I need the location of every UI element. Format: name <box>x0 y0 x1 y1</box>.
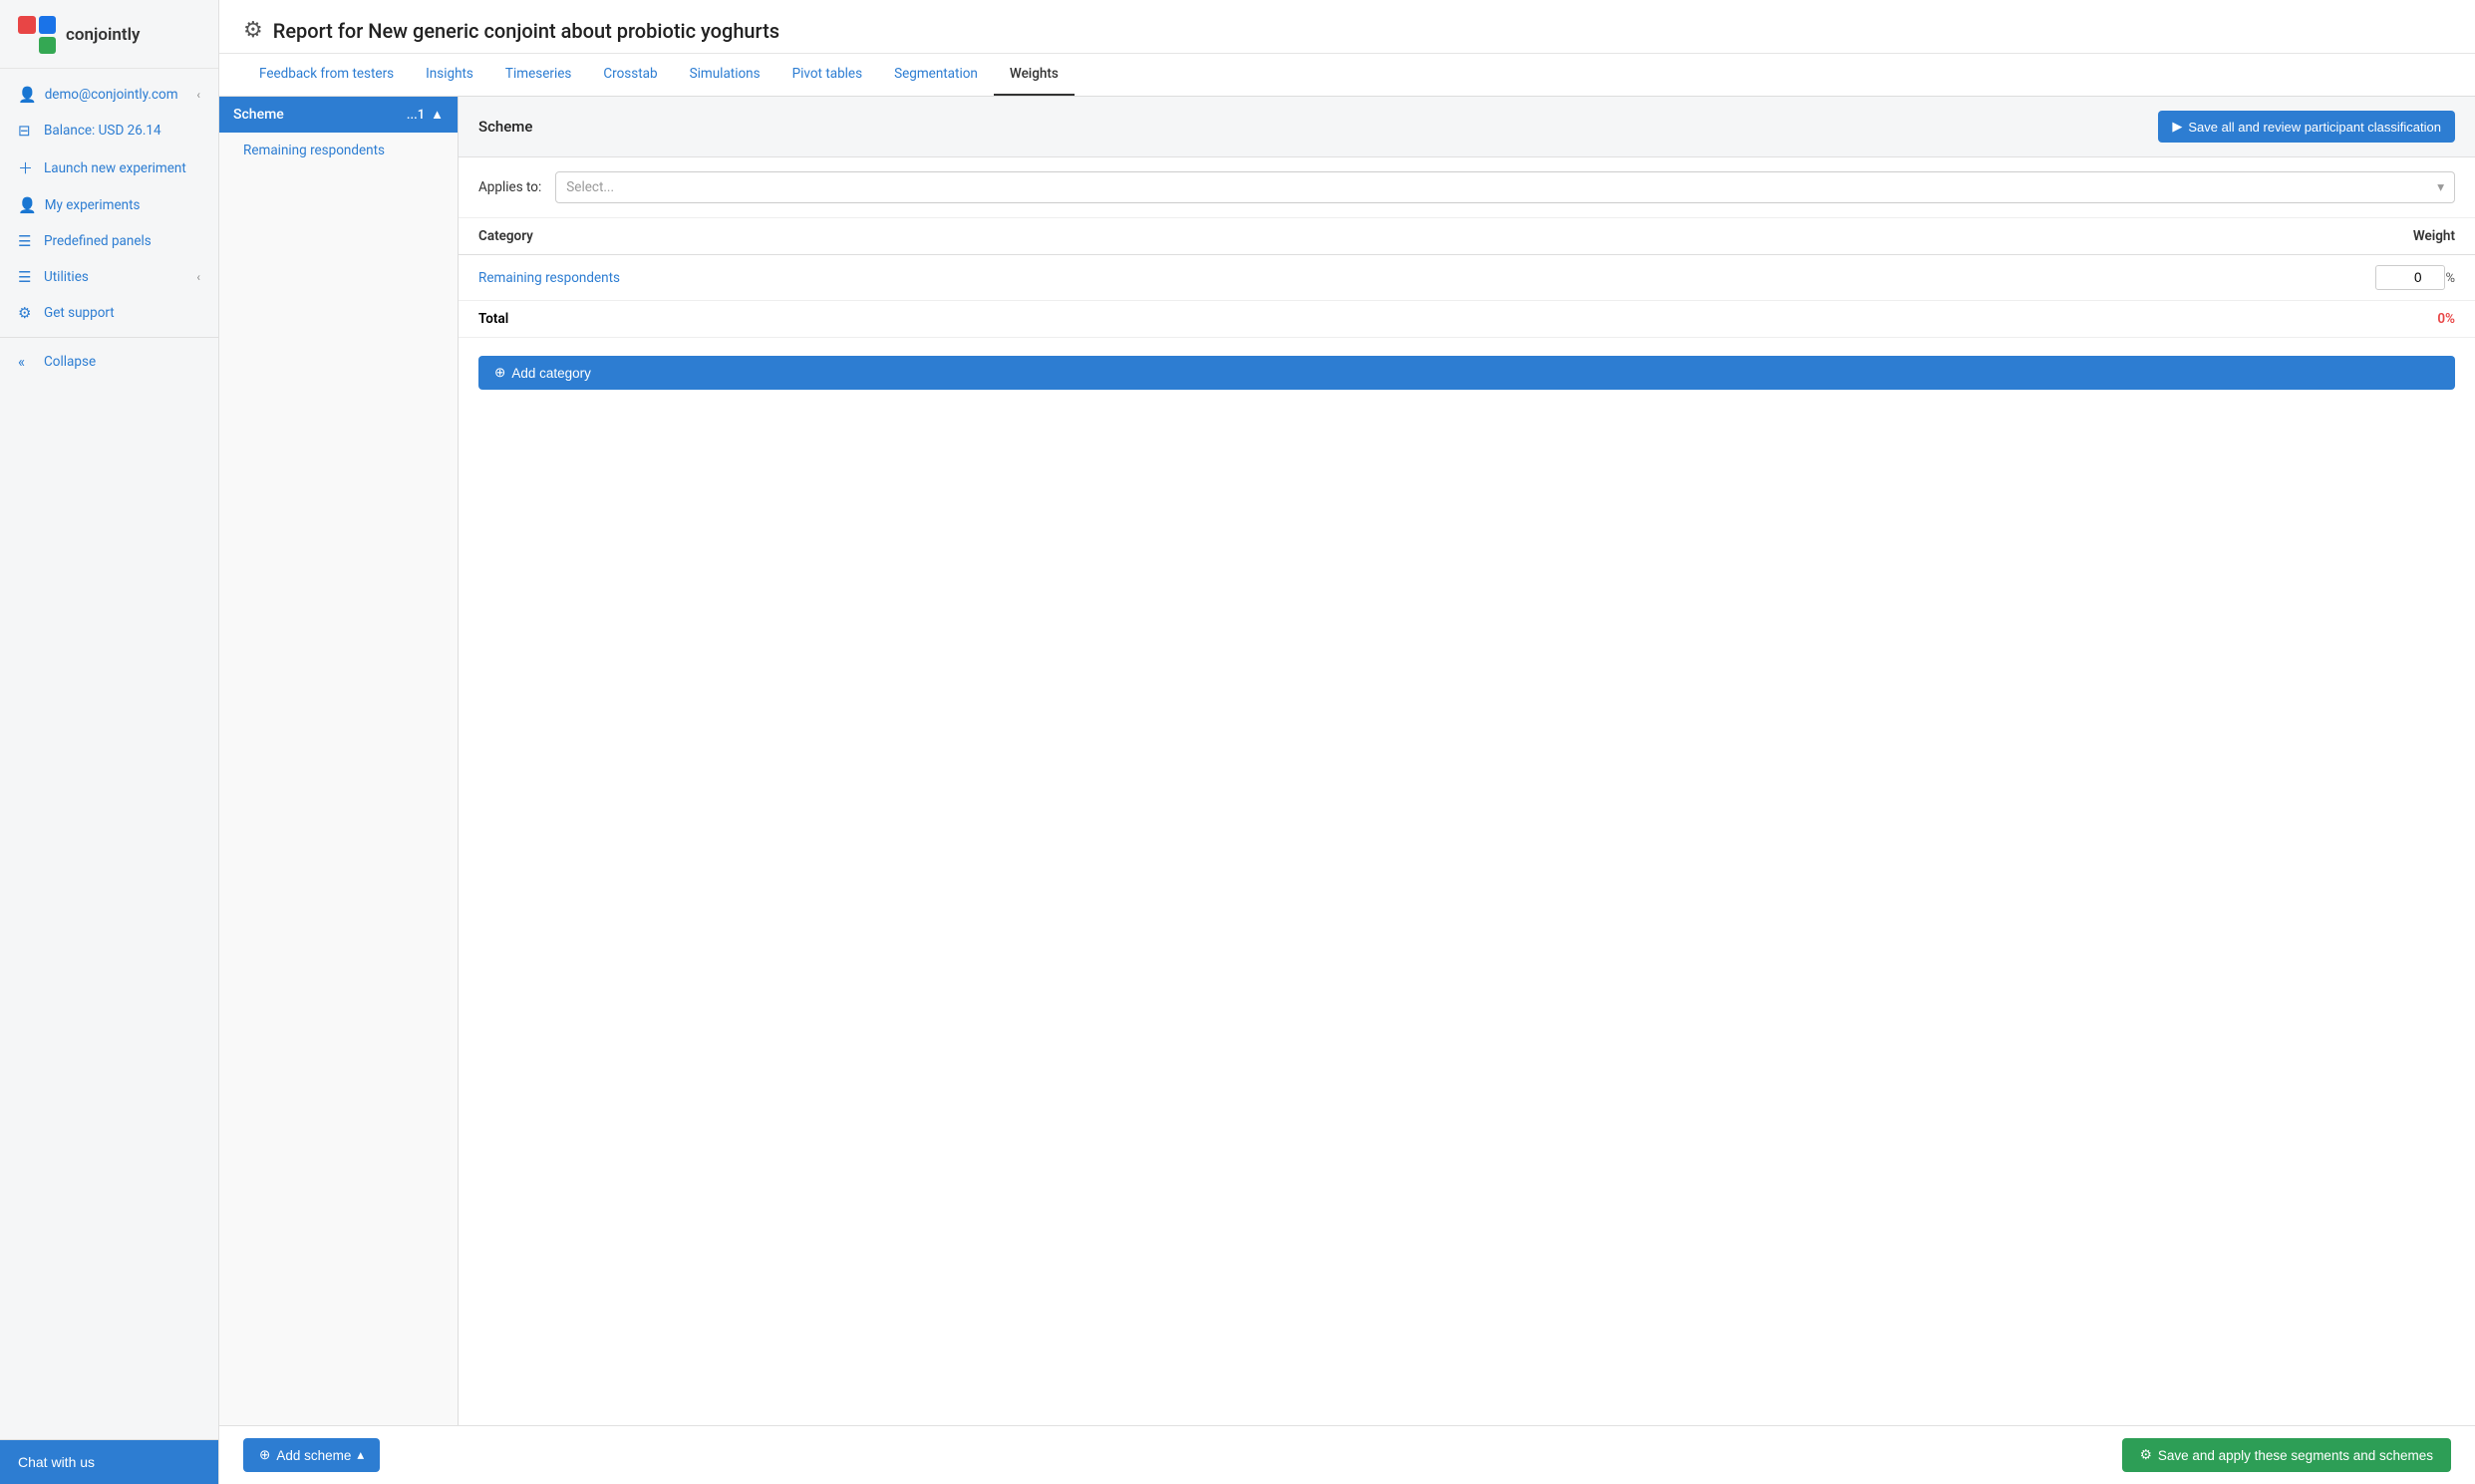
percent-symbol: % <box>2445 271 2455 286</box>
page-title: Report for New generic conjoint about pr… <box>273 19 779 43</box>
sidebar-collapse: Collapse <box>44 354 96 370</box>
scheme-header-right: ...1 ▲ <box>407 107 444 123</box>
report-icon: ⚙ <box>243 18 263 43</box>
tab-crosstab[interactable]: Crosstab <box>587 54 673 96</box>
plus-icon: ＋ <box>18 157 36 178</box>
content-area: Scheme ...1 ▲ Remaining respondents Sche… <box>219 97 2475 1425</box>
scheme-label: Scheme <box>233 107 284 123</box>
sidebar-my-experiments: My experiments <box>45 197 141 213</box>
scheme-detail-panel: Scheme ▶ Save all and review participant… <box>459 97 2475 1425</box>
save-apply-icon: ⚙ <box>2140 1447 2152 1463</box>
sidebar-item-collapse[interactable]: « Collapse <box>0 344 218 380</box>
col-category: Category <box>459 218 1676 255</box>
dropdown-arrow-icon: ▾ <box>2437 179 2444 195</box>
sidebar-bottom: Chat with us <box>0 1439 218 1484</box>
sidebar-divider <box>0 337 218 338</box>
col-weight: Weight <box>1676 218 2475 255</box>
collapse-icon: « <box>18 353 36 371</box>
utilities-chevron-icon: ‹ <box>196 270 200 284</box>
save-apply-label: Save and apply these segments and scheme… <box>2158 1448 2433 1463</box>
remaining-respondents-label: Remaining respondents <box>243 143 385 158</box>
balance-icon: ⊟ <box>18 122 36 140</box>
logo-icon <box>18 16 56 54</box>
chevron-up-icon: ▲ <box>431 107 444 123</box>
tab-segmentation[interactable]: Segmentation <box>878 54 994 96</box>
weight-table: Category Weight Remaining respondents% T… <box>459 218 2475 338</box>
weight-input[interactable] <box>2375 265 2445 290</box>
logo-area: conjointly <box>0 0 218 69</box>
user-icon: 👤 <box>18 86 37 104</box>
category-cell[interactable]: Remaining respondents <box>459 255 1676 301</box>
save-classify-icon: ▶ <box>2172 119 2182 135</box>
tab-weights[interactable]: Weights <box>994 54 1075 96</box>
save-classify-button[interactable]: ▶ Save all and review participant classi… <box>2158 111 2455 143</box>
applies-row: Applies to: Select... ▾ <box>459 157 2475 218</box>
sidebar-item-predefined-panels[interactable]: ☰ Predefined panels <box>0 223 218 259</box>
add-scheme-button[interactable]: ⊕ Add scheme ▴ <box>243 1438 380 1472</box>
logo-sq-empty <box>18 37 36 55</box>
tab-simulations[interactable]: Simulations <box>674 54 776 96</box>
applies-select[interactable]: Select... ▾ <box>555 171 2455 203</box>
scheme-detail-header: Scheme ▶ Save all and review participant… <box>459 97 2475 157</box>
total-label: Total <box>459 301 1676 338</box>
scheme-header[interactable]: Scheme ...1 ▲ <box>219 97 458 133</box>
applies-label: Applies to: <box>478 179 541 195</box>
utilities-icon: ☰ <box>18 268 36 286</box>
weight-cell: % <box>1676 255 2475 301</box>
tab-feedback[interactable]: Feedback from testers <box>243 54 410 96</box>
sidebar-nav: 👤 demo@conjointly.com ‹ ⊟ Balance: USD 2… <box>0 69 218 1439</box>
sidebar-item-launch[interactable]: ＋ Launch new experiment <box>0 148 218 187</box>
chevron-icon: ‹ <box>196 88 200 102</box>
tab-insights[interactable]: Insights <box>410 54 489 96</box>
add-category-label: Add category <box>511 366 591 381</box>
sidebar: conjointly 👤 demo@conjointly.com ‹ ⊟ Bal… <box>0 0 219 1484</box>
save-apply-button[interactable]: ⚙ Save and apply these segments and sche… <box>2122 1438 2451 1472</box>
sidebar-item-utilities[interactable]: ☰ Utilities ‹ <box>0 259 218 295</box>
sidebar-balance: Balance: USD 26.14 <box>44 123 161 139</box>
tab-pivot[interactable]: Pivot tables <box>776 54 878 96</box>
applies-select-placeholder: Select... <box>566 179 614 195</box>
logo-text: conjointly <box>66 25 140 45</box>
sidebar-launch-label: Launch new experiment <box>44 160 186 176</box>
main: ⚙ Report for New generic conjoint about … <box>219 0 2475 1484</box>
add-category-button[interactable]: ⊕ Add category <box>478 356 2455 390</box>
add-category-icon: ⊕ <box>494 365 505 381</box>
chat-button[interactable]: Chat with us <box>0 1440 218 1484</box>
logo-sq-red <box>18 16 36 34</box>
sidebar-item-user[interactable]: 👤 demo@conjointly.com ‹ <box>0 77 218 113</box>
save-classify-label: Save all and review participant classifi… <box>2188 120 2441 135</box>
logo-sq-green <box>39 37 57 55</box>
total-value: 0% <box>2437 311 2455 327</box>
sidebar-item-balance[interactable]: ⊟ Balance: USD 26.14 <box>0 113 218 148</box>
sidebar-item-get-support[interactable]: ⚙ Get support <box>0 295 218 331</box>
sidebar-predefined-panels: Predefined panels <box>44 233 152 249</box>
scheme-list-panel: Scheme ...1 ▲ Remaining respondents <box>219 97 459 1425</box>
scheme-number: ...1 <box>407 108 425 123</box>
footer: ⊕ Add scheme ▴ ⚙ Save and apply these se… <box>219 1425 2475 1484</box>
tab-timeseries[interactable]: Timeseries <box>489 54 587 96</box>
page-header: ⚙ Report for New generic conjoint about … <box>219 0 2475 54</box>
scheme-detail-title: Scheme <box>478 118 532 136</box>
tab-bar: Feedback from testersInsightsTimeseriesC… <box>219 54 2475 97</box>
support-icon: ⚙ <box>18 304 36 322</box>
table-row: Remaining respondents% <box>459 255 2475 301</box>
logo-sq-blue <box>39 16 57 34</box>
panels-icon: ☰ <box>18 232 36 250</box>
sidebar-get-support: Get support <box>44 305 115 321</box>
add-scheme-arrow-icon: ▴ <box>357 1447 364 1463</box>
sidebar-item-my-experiments[interactable]: 👤 My experiments <box>0 187 218 223</box>
add-scheme-icon: ⊕ <box>259 1447 270 1463</box>
experiments-icon: 👤 <box>18 196 37 214</box>
scheme-sub-item-remaining[interactable]: Remaining respondents <box>219 133 458 168</box>
sidebar-user-email: demo@conjointly.com <box>45 87 178 103</box>
add-scheme-label: Add scheme <box>276 1448 351 1463</box>
sidebar-utilities: Utilities <box>44 269 89 285</box>
